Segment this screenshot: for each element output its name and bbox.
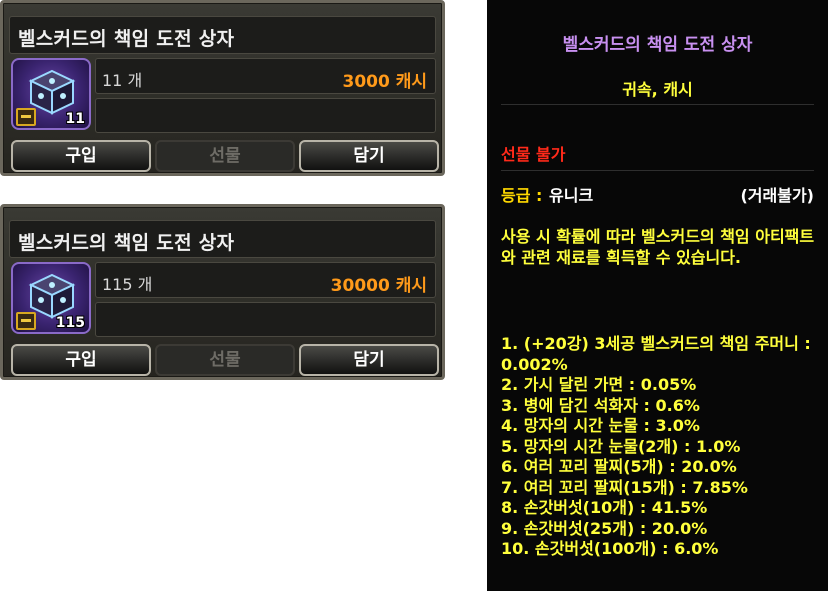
drop-rate-item: 4. 망자의 시간 눈물 : 3.0%	[501, 416, 700, 435]
treasure-chest-icon	[16, 108, 36, 126]
drop-rate-item: 6. 여러 꼬리 팔찌(5개) : 20.0%	[501, 457, 737, 476]
item-extra-row	[95, 302, 436, 337]
grade-value: 유니크	[549, 186, 594, 205]
buy-button[interactable]: 구입	[11, 344, 151, 376]
add-to-cart-button[interactable]: 담기	[299, 344, 439, 376]
item-count: 11 개	[102, 71, 143, 90]
buy-button[interactable]: 구입	[11, 140, 151, 172]
drop-rate-item: 8. 손갓버섯(10개) : 41.5%	[501, 498, 708, 517]
item-name: 벨스커드의 책임 도전 상자	[18, 28, 235, 50]
shop-item-panel-2: 벨스커드의 책임 도전 상자 115 115 개 30000 캐시 구입 선물 …	[0, 204, 445, 380]
item-icon[interactable]: 11	[11, 58, 91, 130]
item-price: 3000 캐시	[342, 72, 427, 92]
grade-label: 등급 :	[501, 186, 543, 205]
quantity-badge: 11	[65, 111, 85, 127]
trade-status: (거래불가)	[740, 186, 814, 205]
item-price: 30000 캐시	[330, 276, 427, 296]
item-name-bar: 벨스커드의 책임 도전 상자	[9, 220, 436, 258]
shop-item-panel-1: 벨스커드의 책임 도전 상자 11 11 개 3000 캐시 구입 선물 담기	[0, 0, 445, 176]
item-extra-row	[95, 98, 436, 133]
item-icon[interactable]: 115	[11, 262, 91, 334]
item-tooltip: 벨스커드의 책임 도전 상자 귀속, 캐시 선물 불가 등급 : 유니크 (거래…	[487, 0, 828, 591]
item-count: 115 개	[102, 275, 153, 294]
drop-rate-item: 1. (+20강) 3세공 벨스커드의 책임 주머니 : 0.002%	[501, 334, 811, 374]
drop-rate-list: 1. (+20강) 3세공 벨스커드의 책임 주머니 : 0.002% 2. 가…	[501, 334, 817, 560]
drop-rate-item: 10. 손갓버섯(100개) : 6.0%	[501, 539, 719, 558]
tooltip-title: 벨스커드의 책임 도전 상자	[562, 35, 753, 55]
item-info-row: 11 개 3000 캐시	[95, 58, 436, 94]
item-name: 벨스커드의 책임 도전 상자	[18, 232, 235, 254]
drop-rate-item: 7. 여러 꼬리 팔찌(15개) : 7.85%	[501, 477, 748, 497]
drop-rate-item: 9. 손갓버섯(25개) : 20.0%	[501, 518, 708, 538]
add-to-cart-button[interactable]: 담기	[299, 140, 439, 172]
drop-rate-item: 3. 병에 담긴 석화자 : 0.6%	[501, 395, 700, 415]
tooltip-subtitle: 귀속, 캐시	[622, 80, 693, 99]
drop-rate-item: 2. 가시 달린 가면 : 0.05%	[501, 375, 697, 394]
divider	[501, 170, 814, 171]
gift-button: 선물	[155, 140, 295, 172]
divider	[501, 104, 814, 105]
gift-button: 선물	[155, 344, 295, 376]
item-name-bar: 벨스커드의 책임 도전 상자	[9, 16, 436, 54]
item-info-row: 115 개 30000 캐시	[95, 262, 436, 298]
drop-rate-item: 5. 망자의 시간 눈물(2개) : 1.0%	[501, 436, 741, 456]
treasure-chest-icon	[16, 312, 36, 330]
quantity-badge: 115	[55, 315, 85, 331]
gift-restriction: 선물 불가	[501, 145, 566, 164]
item-description: 사용 시 확률에 따라 벨스커드의 책임 아티팩트와 관련 재료를 획득할 수 …	[501, 227, 815, 267]
